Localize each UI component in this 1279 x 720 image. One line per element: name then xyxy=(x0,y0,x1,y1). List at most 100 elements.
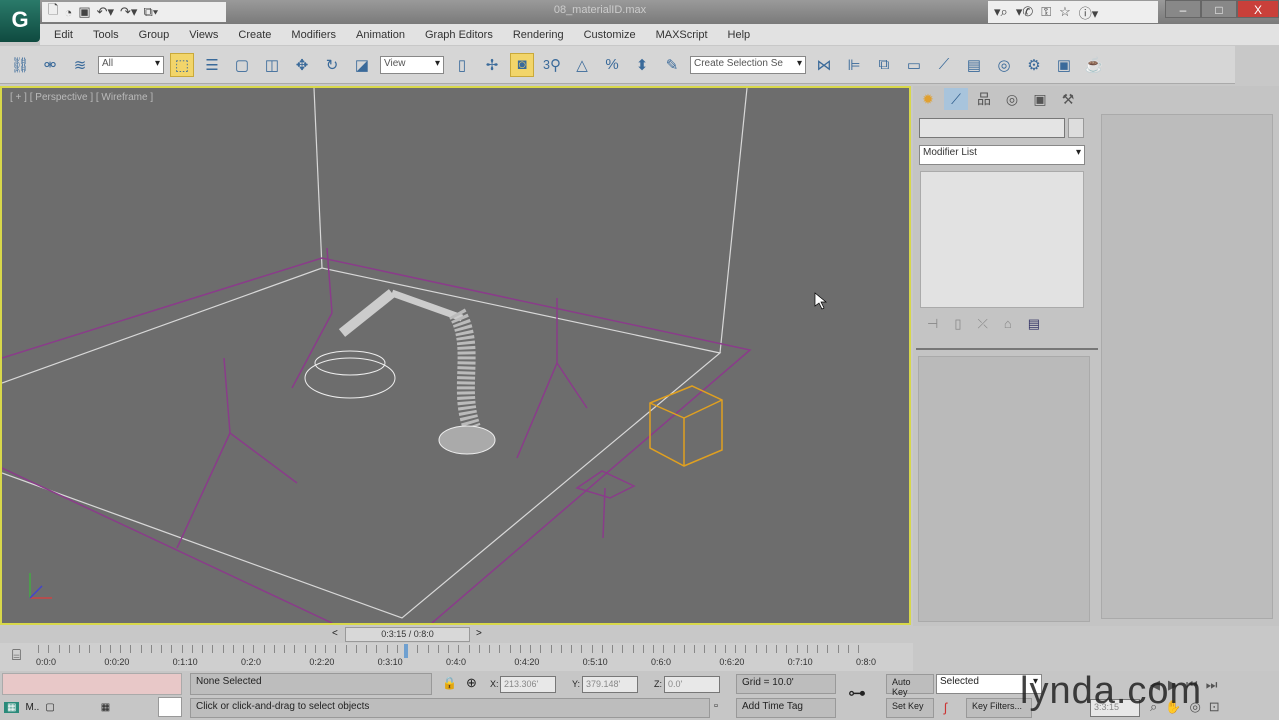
undo-icon[interactable]: ↶▾ xyxy=(97,4,114,20)
snap-toggle-icon[interactable]: 3 ⚲ xyxy=(540,53,564,77)
move-icon[interactable]: ✥ xyxy=(290,53,314,77)
set-key-button[interactable]: Set Key xyxy=(886,698,934,718)
time-tag-icon[interactable]: ▫ xyxy=(714,700,718,712)
rotate-icon[interactable]: ↻ xyxy=(320,53,344,77)
hierarchy-tab-icon[interactable]: 品 xyxy=(972,88,996,110)
menu-views[interactable]: Views xyxy=(179,29,228,41)
keyboard-shortcut-override-icon[interactable]: ◙ xyxy=(510,52,534,77)
menu-edit[interactable]: Edit xyxy=(44,29,83,41)
menu-graph-editors[interactable]: Graph Editors xyxy=(415,29,503,41)
menu-tools[interactable]: Tools xyxy=(83,29,129,41)
menu-maxscript[interactable]: MAXScript xyxy=(646,29,718,41)
modifier-stack[interactable] xyxy=(920,171,1084,308)
menu-animation[interactable]: Animation xyxy=(346,29,415,41)
percent-snap-icon[interactable]: % xyxy=(600,53,624,77)
named-selection-dropdown[interactable]: Create Selection Se xyxy=(690,55,806,74)
open-icon[interactable]: ◔ xyxy=(64,5,72,20)
layer-manager-icon[interactable]: ⧉ xyxy=(872,53,896,77)
configure-modifier-sets-icon[interactable]: ▤ xyxy=(1028,316,1040,332)
perspective-viewport[interactable]: [ + ] [ Perspective ] [ Wireframe ] xyxy=(0,86,911,625)
menu-customize[interactable]: Customize xyxy=(574,29,646,41)
modify-tab-icon[interactable]: ⟋ xyxy=(944,88,968,110)
unlink-icon[interactable]: ⚮ xyxy=(38,53,62,77)
selection-filter-dropdown[interactable]: All xyxy=(98,55,164,74)
command-panel-tabs: ✹ ⟋ 品 ◎ ▣ ⚒ xyxy=(916,88,1080,110)
maximize-button[interactable]: □ xyxy=(1201,0,1237,18)
remove-modifier-icon[interactable]: ⌂ xyxy=(1004,316,1012,332)
binoculars-icon[interactable]: ▾⌕ xyxy=(994,4,1008,20)
subscription-icon[interactable]: ⚿ xyxy=(1041,4,1051,20)
minimize-button[interactable]: – xyxy=(1165,0,1201,18)
edit-named-selection-icon[interactable]: ✎ xyxy=(660,53,684,77)
project-icon[interactable]: ⧉▾ xyxy=(143,4,158,20)
menu-modifiers[interactable]: Modifiers xyxy=(281,29,346,41)
pin-stack-icon[interactable]: ⊣ xyxy=(927,316,938,332)
absolute-mode-icon[interactable]: ⊕ xyxy=(466,675,477,691)
link-icon[interactable]: ⛓ xyxy=(8,53,32,77)
object-name-field[interactable] xyxy=(919,118,1065,138)
motion-tab-icon[interactable]: ◎ xyxy=(1000,88,1024,110)
track-tick xyxy=(386,645,388,653)
manipulate-icon[interactable]: ✢ xyxy=(480,53,504,77)
grid-icon[interactable]: ▦ xyxy=(101,702,110,713)
prev-frame-button[interactable]: < xyxy=(332,628,338,639)
display-tab-icon[interactable]: ▣ xyxy=(1028,88,1052,110)
app-menu-button[interactable]: G xyxy=(0,0,40,42)
y-coordinate-field[interactable]: 379.148' xyxy=(582,676,638,693)
pivot-center-icon[interactable]: ▯ xyxy=(450,53,474,77)
add-time-tag-button[interactable]: Add Time Tag xyxy=(736,698,836,718)
rectangular-selection-icon[interactable]: ▢ xyxy=(230,53,254,77)
utilities-tab-icon[interactable]: ⚒ xyxy=(1056,88,1080,110)
save-icon[interactable]: ▣ xyxy=(78,4,90,20)
color-swatch[interactable] xyxy=(158,697,182,717)
new-icon[interactable]: 🗋 xyxy=(48,1,58,23)
redo-icon[interactable]: ↷▾ xyxy=(120,4,137,20)
spinner-snap-icon[interactable]: ⬍ xyxy=(630,53,654,77)
track-tick xyxy=(663,645,665,653)
help-icon[interactable]: ⓘ▾ xyxy=(1079,3,1099,22)
create-tab-icon[interactable]: ✹ xyxy=(916,88,940,110)
close-button[interactable]: X xyxy=(1237,0,1279,18)
auto-key-button[interactable]: Auto Key xyxy=(886,674,934,697)
angle-snap-icon[interactable]: △ xyxy=(570,53,594,77)
schematic-view-icon[interactable]: ▤ xyxy=(962,53,986,77)
communication-icon[interactable]: ▾✆ xyxy=(1016,4,1033,20)
menu-rendering[interactable]: Rendering xyxy=(503,29,574,41)
align-icon[interactable]: ⊫ xyxy=(842,53,866,77)
render-production-icon[interactable]: ☕ xyxy=(1082,53,1106,77)
selection-lock-icon[interactable]: 🔒 xyxy=(442,676,457,690)
menu-help[interactable]: Help xyxy=(718,29,761,41)
maxscript-listener-mini[interactable] xyxy=(2,673,182,695)
track-tick xyxy=(571,645,572,653)
show-end-result-icon[interactable]: ▯ xyxy=(954,316,961,332)
key-icon[interactable]: ⊶ xyxy=(848,683,866,704)
rendered-frame-window-icon[interactable]: ▣ xyxy=(1052,53,1076,77)
key-filter-icon[interactable]: ʃ xyxy=(944,700,947,715)
window-crossing-icon[interactable]: ◫ xyxy=(260,53,284,77)
z-coordinate-field[interactable]: 0.0' xyxy=(664,676,720,693)
star-icon[interactable]: ☆ xyxy=(1059,4,1071,20)
bind-space-warp-icon[interactable]: ≋ xyxy=(68,53,92,77)
viewport-icon[interactable]: ▢ xyxy=(45,702,54,713)
track-bar[interactable]: ⌸ 0:0:0 0:0:20 0:1:10 0:2:0 0:2:20 0:3:10 0:4:… xyxy=(0,643,913,671)
mirror-icon[interactable]: ⋈ xyxy=(812,53,836,77)
modifier-list-dropdown[interactable]: Modifier List xyxy=(919,145,1085,165)
next-frame-button[interactable]: > xyxy=(476,628,482,639)
select-by-name-icon[interactable]: ☰ xyxy=(200,53,224,77)
reference-coordinate-dropdown[interactable]: View xyxy=(380,55,444,74)
curve-editor-icon[interactable]: ⟋ xyxy=(932,53,956,77)
x-coordinate-field[interactable]: 213.306' xyxy=(500,676,556,693)
time-slider[interactable]: < 0:3:15 / 0:8:0 > xyxy=(0,626,913,643)
time-slider-thumb[interactable]: 0:3:15 / 0:8:0 xyxy=(345,627,470,642)
mini-curve-editor-icon[interactable]: ⌸ xyxy=(12,647,21,664)
object-color-swatch[interactable] xyxy=(1068,118,1084,138)
scale-icon[interactable]: ◪ xyxy=(350,53,374,77)
material-editor-icon[interactable]: ◎ xyxy=(992,53,1016,77)
select-object-icon[interactable]: ⬚ xyxy=(170,52,194,77)
make-unique-icon[interactable]: ⤫ xyxy=(977,316,987,332)
menu-group[interactable]: Group xyxy=(129,29,180,41)
maxscript-icon[interactable]: ▦ xyxy=(4,701,20,713)
render-setup-icon[interactable]: ⚙ xyxy=(1022,53,1046,77)
graphite-ribbon-icon[interactable]: ▭ xyxy=(902,53,926,77)
menu-create[interactable]: Create xyxy=(228,29,281,41)
